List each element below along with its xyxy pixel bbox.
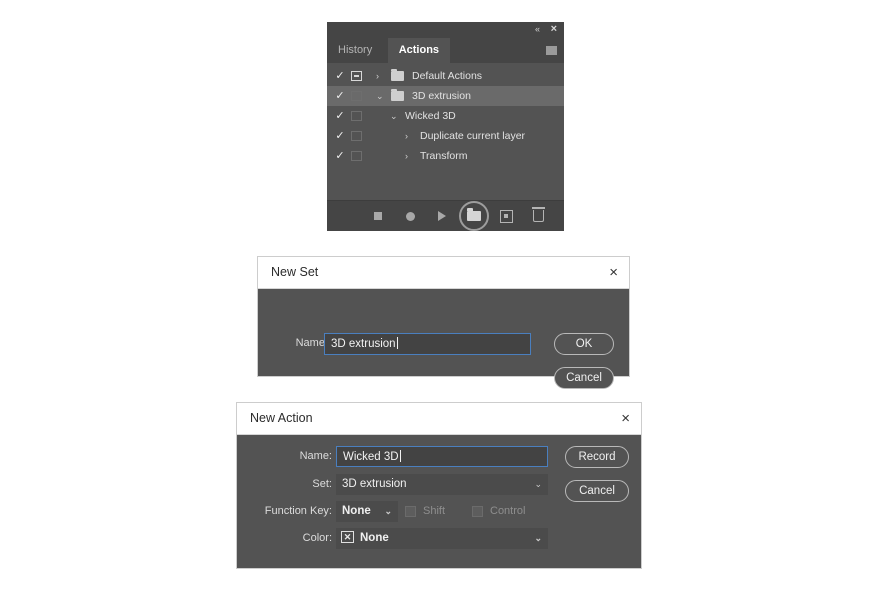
row-expand-arrow[interactable]: ⌄ xyxy=(390,106,398,126)
row-toggle-checkmark[interactable]: ✓ xyxy=(334,146,346,166)
play-button[interactable] xyxy=(433,207,451,225)
color-dropdown-value: None xyxy=(360,532,389,544)
row-dialog-toggle[interactable] xyxy=(351,151,362,161)
control-checkbox[interactable] xyxy=(472,506,483,517)
row-label: Wicked 3D xyxy=(405,110,456,122)
panel-footer-toolbar xyxy=(327,200,564,231)
chevron-down-icon: ⌄ xyxy=(534,479,542,489)
actions-panel: « × History Actions ✓ › Default Actions … xyxy=(327,22,564,231)
row-dialog-toggle[interactable] xyxy=(351,91,362,101)
row-toggle-checkmark[interactable]: ✓ xyxy=(334,126,346,146)
panel-menu-icon[interactable] xyxy=(546,46,557,55)
set-dropdown-value: 3D extrusion xyxy=(342,478,407,490)
set-dropdown[interactable]: 3D extrusion ⌄ xyxy=(336,474,548,495)
row-toggle-checkmark[interactable]: ✓ xyxy=(334,86,346,106)
row-expand-arrow[interactable]: › xyxy=(376,66,379,86)
ok-button[interactable]: OK xyxy=(554,333,614,355)
color-label: Color: xyxy=(302,532,332,544)
close-icon[interactable]: × xyxy=(621,403,630,434)
row-toggle-checkmark[interactable]: ✓ xyxy=(334,106,346,126)
actions-list: ✓ › Default Actions ✓ ⌄ 3D extrusion ✓ ⌄… xyxy=(327,63,564,183)
row-label: Duplicate current layer xyxy=(420,130,526,142)
new-set-button[interactable] xyxy=(459,201,489,231)
chevron-down-icon: ⌄ xyxy=(384,506,392,516)
dialog-body: Name: 3D extrusion OK Cancel xyxy=(258,289,629,389)
function-key-label: Function Key: xyxy=(264,505,332,517)
tab-history[interactable]: History xyxy=(327,38,383,63)
table-row[interactable]: ✓ ⌄ Wicked 3D xyxy=(327,106,564,126)
dialog-titlebar: New Set × xyxy=(258,257,629,289)
panel-tab-bar: History Actions xyxy=(327,38,564,63)
record-button[interactable] xyxy=(401,207,419,225)
new-action-icon xyxy=(499,209,513,223)
action-name-value: Wicked 3D xyxy=(343,451,399,463)
trash-icon xyxy=(531,207,545,222)
table-row[interactable]: ✓ › Duplicate current layer xyxy=(327,126,564,146)
panel-titlebar: « × xyxy=(327,22,564,38)
dialog-title: New Set xyxy=(271,265,319,279)
cancel-button[interactable]: Cancel xyxy=(565,480,629,502)
new-action-button[interactable] xyxy=(497,207,515,225)
shift-label: Shift xyxy=(423,505,446,517)
dialog-titlebar: New Action × xyxy=(237,403,641,435)
row-label: 3D extrusion xyxy=(412,90,471,102)
set-name-value: 3D extrusion xyxy=(331,338,396,350)
function-key-value: None xyxy=(342,505,371,517)
dialog-title: New Action xyxy=(250,411,313,425)
set-name-input[interactable]: 3D extrusion xyxy=(324,333,531,355)
text-caret xyxy=(396,337,398,349)
play-icon xyxy=(438,211,446,221)
record-icon xyxy=(405,211,415,221)
row-dialog-toggle[interactable] xyxy=(351,71,362,81)
shift-checkbox[interactable] xyxy=(405,506,416,517)
row-label: Default Actions xyxy=(412,70,483,82)
new-set-dialog: New Set × Name: 3D extrusion OK Cancel xyxy=(258,257,629,389)
row-label: Transform xyxy=(420,150,468,162)
control-label: Control xyxy=(490,505,526,517)
cancel-button[interactable]: Cancel xyxy=(554,367,614,389)
stop-button[interactable] xyxy=(369,207,387,225)
dialog-body: Name: Wicked 3D Set: 3D extrusion ⌄ Funct… xyxy=(237,435,641,569)
text-caret xyxy=(399,450,401,462)
table-row[interactable]: ✓ ⌄ 3D extrusion xyxy=(327,86,564,106)
action-name-input[interactable]: Wicked 3D xyxy=(336,446,548,467)
row-toggle-checkmark[interactable]: ✓ xyxy=(334,66,346,86)
chevron-down-icon: ⌄ xyxy=(534,533,542,543)
row-expand-arrow[interactable]: ⌄ xyxy=(376,86,384,106)
record-button[interactable]: Record xyxy=(565,446,629,468)
row-expand-arrow[interactable]: › xyxy=(405,146,408,166)
function-key-dropdown[interactable]: None ⌄ xyxy=(336,501,398,522)
color-none-icon: ✕ xyxy=(341,531,354,543)
folder-icon xyxy=(391,89,404,101)
name-label: Name: xyxy=(295,337,328,349)
new-action-dialog: New Action × Name: Wicked 3D Set: 3D ext… xyxy=(237,403,641,568)
row-dialog-toggle[interactable] xyxy=(351,111,362,121)
delete-button[interactable] xyxy=(529,207,547,225)
new-folder-icon xyxy=(467,208,481,221)
set-label: Set: xyxy=(312,478,332,490)
table-row[interactable]: ✓ › Transform xyxy=(327,146,564,166)
row-dialog-toggle[interactable] xyxy=(351,131,362,141)
name-label: Name: xyxy=(299,450,332,462)
collapse-icon[interactable]: « xyxy=(535,24,540,35)
table-row[interactable]: ✓ › Default Actions xyxy=(327,66,564,86)
row-expand-arrow[interactable]: › xyxy=(405,126,408,146)
color-dropdown[interactable]: ✕ None ⌄ xyxy=(336,528,548,549)
tab-actions[interactable]: Actions xyxy=(387,38,451,63)
stop-icon xyxy=(374,212,382,220)
folder-icon xyxy=(391,69,404,81)
close-icon[interactable]: × xyxy=(609,257,618,288)
close-icon[interactable]: × xyxy=(551,23,557,35)
